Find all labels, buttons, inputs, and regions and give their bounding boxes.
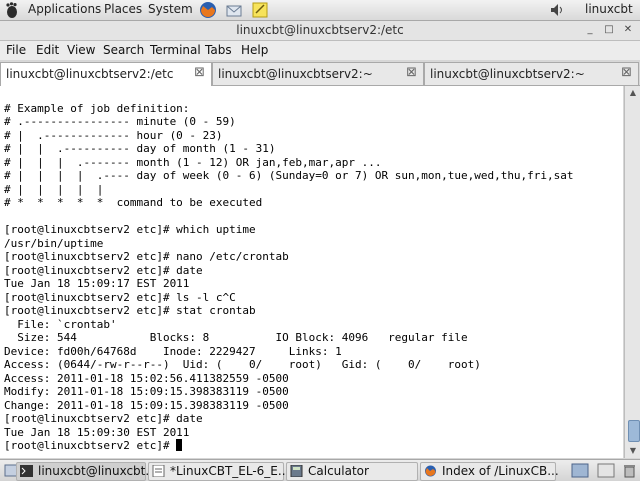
gnome-foot-icon[interactable] <box>3 1 21 19</box>
terminal-line: Device: fd00h/64768d Inode: 2229427 Link… <box>4 344 342 358</box>
taskbar-label: linuxcbt@linuxcbt... <box>38 464 157 478</box>
terminal-line: # | | | | | <box>4 182 104 196</box>
tab-bar: linuxcbt@linuxcbtserv2:/etc ⊠ linuxcbt@l… <box>0 61 640 86</box>
terminal-line: # | .------------- hour (0 - 23) <box>4 128 223 142</box>
terminal-line: Size: 544 Blocks: 8 IO Block: 4096 regul… <box>4 331 468 344</box>
taskbar-label: Index of /LinuxCB... <box>442 464 559 478</box>
menu-file[interactable]: File <box>6 43 26 57</box>
terminal-line: # | | | | .---- day of week (0 - 6) (Sun… <box>4 169 574 182</box>
terminal-line: # | | .---------- day of month (1 - 31) <box>4 142 276 155</box>
terminal-line: Modify: 2011-01-18 15:09:15.398383119 -0… <box>4 385 289 398</box>
bottom-panel: linuxcbt@linuxcbt... *LinuxCBT_EL-6_E...… <box>0 459 640 481</box>
terminal-line: [root@linuxcbtserv2 etc]# which uptime <box>4 223 256 236</box>
taskbar-text-editor[interactable]: *LinuxCBT_EL-6_E... <box>148 462 289 481</box>
terminal-icon <box>20 465 33 477</box>
text-editor-icon <box>152 465 165 477</box>
volume-icon[interactable] <box>548 1 566 19</box>
tab-label: linuxcbt@linuxcbtserv2:/etc <box>6 67 174 81</box>
terminal-prompt-line: [root@linuxcbtserv2 etc]# <box>4 439 183 453</box>
tab-label: linuxcbt@linuxcbtserv2:~ <box>218 67 373 81</box>
terminal-line: Access: 2011-01-18 15:02:56.411382559 -0… <box>4 371 289 385</box>
terminal-line: # .---------------- minute (0 - 59) <box>4 115 236 128</box>
minimize-icon[interactable]: _ <box>584 24 596 36</box>
taskbar-terminal[interactable]: linuxcbt@linuxcbt... <box>16 462 157 481</box>
tab-home-1[interactable]: linuxcbt@linuxcbtserv2:~ ⊠ <box>212 62 424 85</box>
taskbar-calculator[interactable]: Calculator <box>286 462 418 481</box>
trash-icon[interactable] <box>622 463 637 478</box>
terminal-line: [root@linuxcbtserv2 etc]# date <box>4 412 203 425</box>
close-icon[interactable]: ✕ <box>622 24 634 36</box>
firefox-icon <box>425 465 436 477</box>
notes-icon[interactable] <box>251 1 269 19</box>
firefox-icon[interactable] <box>199 1 217 19</box>
terminal-cursor <box>176 439 183 451</box>
tab-close-icon[interactable]: ⊠ <box>621 65 632 80</box>
top-panel: Applications Places System linuxcbt <box>0 0 640 21</box>
scroll-up-icon[interactable]: ▲ <box>625 86 640 100</box>
workspace-2-icon[interactable] <box>597 463 615 478</box>
tab-label: linuxcbt@linuxcbtserv2:~ <box>430 67 585 81</box>
menu-tabs[interactable]: Tabs <box>205 43 232 57</box>
tab-home-2[interactable]: linuxcbt@linuxcbtserv2:~ ⊠ <box>424 62 639 85</box>
terminal-line: Change: 2011-01-18 15:09:15.398383119 -0… <box>4 398 289 412</box>
terminal-line: Tue Jan 18 15:09:17 EST 2011 <box>4 277 190 290</box>
taskbar-label: *LinuxCBT_EL-6_E... <box>170 464 290 478</box>
terminal-line: # | | | .------- month (1 - 12) OR jan,f… <box>4 155 382 169</box>
tab-close-icon[interactable]: ⊠ <box>406 65 417 80</box>
menu-help[interactable]: Help <box>241 43 268 57</box>
terminal-line: [root@linuxcbtserv2 etc]# ls -l c^C <box>4 290 236 304</box>
window-title: linuxcbt@linuxcbtserv2:/etc <box>236 23 404 37</box>
taskbar-firefox[interactable]: Index of /LinuxCB... <box>420 462 559 481</box>
tab-close-icon[interactable]: ⊠ <box>194 65 205 80</box>
system-menu[interactable]: System <box>148 2 193 16</box>
menubar: File Edit View Search Terminal Tabs Help <box>0 41 640 60</box>
terminal-line: Tue Jan 18 15:09:30 EST 2011 <box>4 425 190 439</box>
places-menu[interactable]: Places <box>104 2 142 16</box>
scrollbar-thumb[interactable] <box>628 420 640 442</box>
terminal-line: # Example of job definition: <box>4 101 190 115</box>
terminal-line: # * * * * * command to be executed <box>4 196 263 209</box>
terminal-line: Access: (0644/-rw-r--r--) Uid: ( 0/ root… <box>4 358 481 371</box>
window-titlebar[interactable]: linuxcbt@linuxcbtserv2:/etc _ □ ✕ <box>0 21 640 41</box>
tab-etc[interactable]: linuxcbt@linuxcbtserv2:/etc ⊠ <box>0 62 212 86</box>
terminal-prompt: [root@linuxcbtserv2 etc]# <box>4 439 177 452</box>
terminal-line: [root@linuxcbtserv2 etc]# nano /etc/cron… <box>4 250 289 263</box>
scroll-down-icon[interactable]: ▼ <box>625 444 640 458</box>
menu-view[interactable]: View <box>67 43 95 57</box>
workspace-switcher-icon[interactable] <box>571 463 589 478</box>
maximize-icon[interactable]: □ <box>603 24 615 36</box>
menu-terminal[interactable]: Terminal <box>150 43 201 57</box>
terminal-line: [root@linuxcbtserv2 etc]# stat crontab <box>4 304 256 317</box>
menu-edit[interactable]: Edit <box>36 43 59 57</box>
menu-search[interactable]: Search <box>103 43 144 57</box>
user-name[interactable]: linuxcbt <box>585 2 633 16</box>
applications-menu[interactable]: Applications <box>28 2 101 16</box>
vertical-scrollbar[interactable]: ▲ ▼ <box>624 86 640 458</box>
terminal-line: [root@linuxcbtserv2 etc]# date <box>4 263 203 277</box>
terminal-line: File: `crontab' <box>4 317 117 331</box>
calculator-icon <box>290 465 303 477</box>
terminal-line: /usr/bin/uptime <box>4 236 104 250</box>
mail-icon[interactable] <box>225 1 243 19</box>
terminal-output[interactable]: # Example of job definition: # .---------… <box>0 86 623 458</box>
taskbar-label: Calculator <box>308 464 369 478</box>
